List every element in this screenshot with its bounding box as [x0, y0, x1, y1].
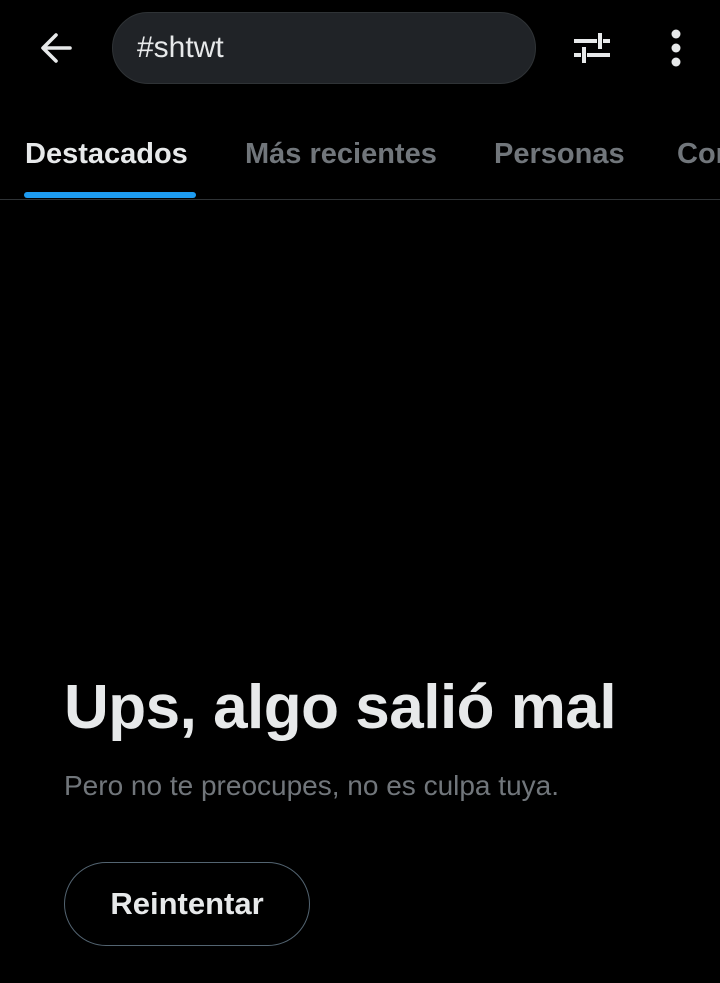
sliders-icon: [574, 33, 610, 63]
error-subtitle: Pero no te preocupes, no es culpa tuya.: [64, 770, 559, 801]
vertical-dots-icon: [671, 29, 681, 67]
more-options-button[interactable]: [652, 22, 700, 74]
error-title: Ups, algo salió mal: [64, 673, 617, 742]
search-filters-button[interactable]: [566, 22, 618, 74]
tab-mas-recientes[interactable]: Más recientes: [245, 110, 437, 199]
tab-label: Personas: [494, 138, 625, 170]
tab-destacados[interactable]: Destacados: [25, 110, 188, 199]
search-tabs: Destacados Más recientes Personas Con: [0, 110, 720, 200]
tab-label: Más recientes: [245, 138, 437, 170]
retry-button[interactable]: Reintentar: [64, 862, 310, 946]
search-input[interactable]: [137, 31, 517, 65]
tab-label: Destacados: [25, 138, 188, 170]
search-box[interactable]: [112, 12, 536, 84]
tab-personas[interactable]: Personas: [494, 110, 625, 199]
top-bar: [0, 0, 720, 98]
back-button[interactable]: [28, 22, 84, 74]
active-tab-indicator: [24, 192, 196, 198]
arrow-left-icon: [41, 33, 72, 63]
tab-label: Con: [677, 138, 720, 170]
tab-con[interactable]: Con: [677, 110, 720, 199]
